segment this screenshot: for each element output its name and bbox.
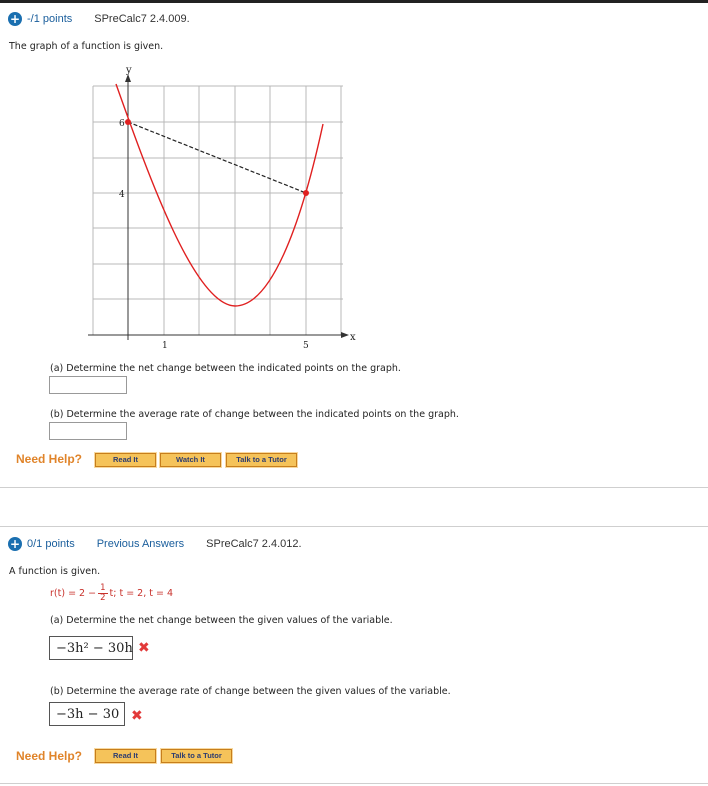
question-2-code: SPreCalc7 2.4.012. bbox=[206, 538, 302, 550]
question-1-part-b: (b) Determine the average rate of change… bbox=[50, 409, 459, 420]
fraction-denominator: 2 bbox=[100, 593, 106, 603]
function-curve bbox=[115, 83, 324, 307]
question-1-points: -/1 points bbox=[27, 13, 73, 25]
question-1-header: + -/1 points SPreCalc7 2.4.009. bbox=[8, 10, 190, 28]
x-axis-arrow bbox=[341, 332, 349, 338]
talk-to-tutor-button[interactable]: Talk to a Tutor bbox=[160, 748, 233, 764]
point-b bbox=[303, 190, 309, 196]
expand-plus-icon[interactable]: + bbox=[8, 12, 22, 26]
expand-plus-icon[interactable]: + bbox=[8, 537, 22, 551]
incorrect-x-icon: ✖ bbox=[138, 640, 150, 656]
x-tick-label-1: 1 bbox=[162, 341, 168, 351]
x-axis-label: x bbox=[350, 332, 356, 343]
part-a-answer-input[interactable] bbox=[49, 376, 127, 394]
talk-to-tutor-button[interactable]: Talk to a Tutor bbox=[225, 452, 298, 468]
part-b-answer-field[interactable]: −3h − 30 bbox=[49, 702, 125, 726]
watch-it-button[interactable]: Watch It bbox=[159, 452, 222, 468]
y-axis-label: y bbox=[125, 65, 132, 76]
previous-answers-link[interactable]: Previous Answers bbox=[97, 538, 184, 550]
function-lhs: r(t) = 2 − bbox=[50, 588, 97, 599]
question-2-prompt: A function is given. bbox=[9, 566, 101, 577]
question-2-points: 0/1 points bbox=[27, 538, 75, 550]
part-b-answer-input[interactable] bbox=[49, 422, 127, 440]
question-2-part-b: (b) Determine the average rate of change… bbox=[50, 686, 451, 697]
y-tick-label-6: 6 bbox=[119, 119, 125, 129]
point-a bbox=[125, 119, 131, 125]
question-2-header: + 0/1 points Previous Answers SPreCalc7 … bbox=[8, 535, 302, 553]
incorrect-x-icon: ✖ bbox=[131, 708, 143, 724]
read-it-button[interactable]: Read It bbox=[94, 748, 157, 764]
fraction: 1 2 bbox=[98, 584, 108, 603]
function-rest: t; t = 2, t = 4 bbox=[109, 588, 174, 599]
function-definition: r(t) = 2 − 1 2 t; t = 2, t = 4 bbox=[50, 584, 173, 603]
part-a-answer-field[interactable]: −3h² − 30h bbox=[49, 636, 133, 660]
section-divider bbox=[0, 526, 708, 527]
question-1-code: SPreCalc7 2.4.009. bbox=[94, 13, 190, 25]
x-tick-label-5: 5 bbox=[303, 341, 309, 351]
question-2-part-a: (a) Determine the net change between the… bbox=[50, 615, 393, 626]
section-divider bbox=[0, 783, 708, 784]
need-help-label: Need Help? bbox=[16, 749, 83, 763]
question-1-part-a: (a) Determine the net change between the… bbox=[50, 363, 401, 374]
need-help-label: Need Help? bbox=[16, 452, 83, 466]
function-graph: y x 1 5 6 4 bbox=[88, 65, 356, 351]
read-it-button[interactable]: Read It bbox=[94, 452, 157, 468]
top-border bbox=[0, 0, 708, 3]
question-1-prompt: The graph of a function is given. bbox=[9, 41, 164, 52]
y-tick-label-4: 4 bbox=[119, 190, 125, 200]
section-divider bbox=[0, 487, 708, 488]
